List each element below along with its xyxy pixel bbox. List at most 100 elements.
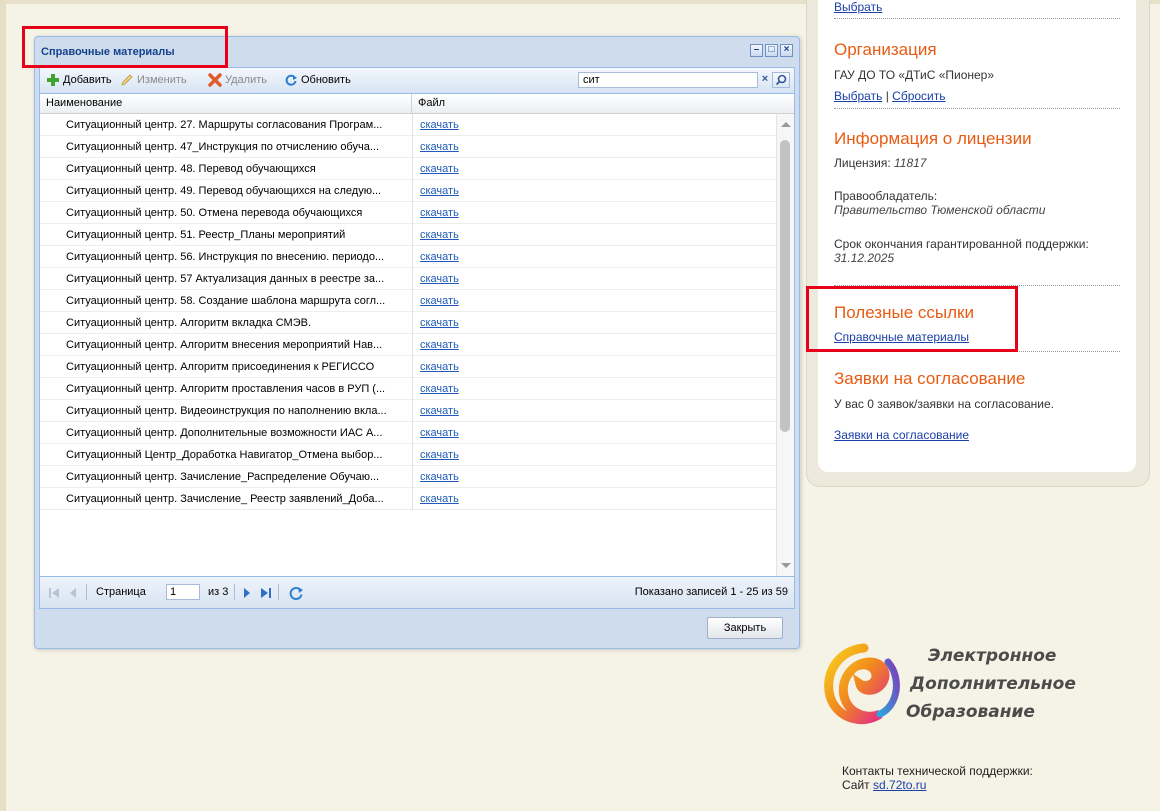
table-row[interactable]: Ситуационный центр. 57 Актуализация данн…	[40, 268, 776, 290]
table-row[interactable]: Ситуационный центр. Зачисление_Распредел…	[40, 466, 776, 488]
scroll-down-icon[interactable]	[781, 563, 791, 568]
divider	[834, 285, 1120, 286]
material-name: Ситуационный центр. 56. Инструкция по вн…	[66, 251, 385, 263]
reference-materials-link[interactable]: Справочные материалы	[834, 330, 1120, 344]
organization-choose-link[interactable]: Выбрать	[834, 89, 882, 103]
license-number-label: Лицензия:	[834, 156, 891, 170]
previous-page-icon[interactable]	[68, 587, 78, 599]
table-row[interactable]: Ситуационный центр. Алгоритм проставлени…	[40, 378, 776, 400]
column-header-file[interactable]: Файл	[412, 94, 772, 113]
pagination-bar: Страница из 3 Показано записей 1 - 25 из…	[40, 576, 794, 608]
add-button[interactable]: Добавить	[46, 73, 112, 87]
maximize-icon[interactable]: □	[765, 44, 778, 57]
download-link[interactable]: скачать	[420, 378, 459, 400]
support-end-label: Срок окончания гарантированной поддержки…	[834, 237, 1089, 251]
table-row[interactable]: Ситуационный центр. 48. Перевод обучающи…	[40, 158, 776, 180]
download-link[interactable]: скачать	[420, 444, 459, 466]
table-row[interactable]: Ситуационный Центр_Доработка Навигатор_О…	[40, 444, 776, 466]
download-link[interactable]: скачать	[420, 312, 459, 334]
license-holder-value: Правительство Тюменской области	[834, 203, 1046, 217]
material-name: Ситуационный центр. Видеоинструкция по н…	[66, 405, 387, 417]
download-link[interactable]: скачать	[420, 180, 459, 202]
table-row[interactable]: Ситуационный центр. 51. Реестр_Планы мер…	[40, 224, 776, 246]
table-row[interactable]: Ситуационный центр. Алгоритм присоединен…	[40, 356, 776, 378]
requests-heading: Заявки на согласование	[834, 369, 1026, 388]
download-link[interactable]: скачать	[420, 224, 459, 246]
pager-separator	[86, 584, 87, 600]
organization-actions: Выбрать | Сбросить	[834, 89, 1120, 103]
cell-divider	[412, 466, 413, 488]
window-body: Добавить Изменить Удалить Обновить × Наи…	[39, 67, 795, 609]
table-row[interactable]: Ситуационный центр. 50. Отмена перевода …	[40, 202, 776, 224]
download-link[interactable]: скачать	[420, 488, 459, 510]
download-link[interactable]: скачать	[420, 246, 459, 268]
download-link[interactable]: скачать	[420, 158, 459, 180]
download-link[interactable]: скачать	[420, 422, 459, 444]
clear-search-icon[interactable]: ×	[758, 72, 772, 88]
download-link[interactable]: скачать	[420, 356, 459, 378]
download-link[interactable]: скачать	[420, 466, 459, 488]
next-page-icon[interactable]	[242, 587, 252, 599]
search-button[interactable]	[772, 72, 790, 88]
column-header-name[interactable]: Наименование	[40, 94, 412, 113]
reference-materials-window: Справочные материалы – □ × Добавить Изме…	[34, 36, 800, 649]
table-row[interactable]: Ситуационный центр. 49. Перевод обучающи…	[40, 180, 776, 202]
edit-button[interactable]: Изменить	[120, 73, 187, 87]
edit-label: Изменить	[137, 74, 187, 86]
download-link[interactable]: скачать	[420, 268, 459, 290]
table-row[interactable]: Ситуационный центр. 58. Создание шаблона…	[40, 290, 776, 312]
material-name: Ситуационный центр. Дополнительные возмо…	[66, 427, 383, 439]
table-row[interactable]: Ситуационный центр. Зачисление_ Реестр з…	[40, 488, 776, 510]
link-divider: |	[885, 89, 889, 103]
cell-divider	[412, 356, 413, 378]
license-number-value: 11817	[894, 156, 927, 170]
minimize-icon[interactable]: –	[750, 44, 763, 57]
table-row[interactable]: Ситуационный центр. Алгоритм внесения ме…	[40, 334, 776, 356]
cell-divider	[412, 378, 413, 400]
toolbar: Добавить Изменить Удалить Обновить ×	[40, 68, 794, 94]
scroll-up-icon[interactable]	[781, 122, 791, 127]
cell-divider	[412, 488, 413, 510]
table-row[interactable]: Ситуационный центр. 56. Инструкция по вн…	[40, 246, 776, 268]
total-pages-label: из 3	[208, 586, 229, 598]
table-row[interactable]: Ситуационный центр. Видеоинструкция по н…	[40, 400, 776, 422]
table-row[interactable]: Ситуационный центр. 47_Инструкция по отч…	[40, 136, 776, 158]
material-name: Ситуационный центр. 57 Актуализация данн…	[66, 273, 385, 285]
support-site-link[interactable]: sd.72to.ru	[873, 778, 926, 792]
select-link-top[interactable]: Выбрать	[834, 0, 1120, 14]
page-number-input[interactable]	[166, 584, 200, 600]
page-left-edge	[0, 0, 6, 811]
refresh-icon[interactable]	[288, 585, 304, 601]
plus-icon	[47, 74, 59, 86]
scroll-thumb[interactable]	[780, 140, 790, 432]
requests-count-text: У вас 0 заявок/заявки на согласование.	[834, 397, 1055, 411]
license-heading: Информация о лицензии	[834, 129, 1032, 148]
refresh-button[interactable]: Обновить	[284, 73, 351, 87]
table-row[interactable]: Ситуационный центр. Алгоритм вкладка СМЭ…	[40, 312, 776, 334]
close-window-icon[interactable]: ×	[780, 44, 793, 57]
material-name: Ситуационный центр. 50. Отмена перевода …	[66, 207, 363, 219]
delete-button[interactable]: Удалить	[208, 73, 267, 87]
organization-reset-link[interactable]: Сбросить	[892, 89, 945, 103]
vertical-scrollbar[interactable]	[776, 114, 794, 576]
cell-divider	[412, 180, 413, 202]
pager-separator	[278, 584, 279, 600]
cell-divider	[412, 334, 413, 356]
download-link[interactable]: скачать	[420, 290, 459, 312]
first-page-icon[interactable]	[48, 587, 60, 599]
table-row[interactable]: Ситуационный центр. 27. Маршруты согласо…	[40, 114, 776, 136]
search-input[interactable]	[578, 72, 758, 88]
download-link[interactable]: скачать	[420, 202, 459, 224]
download-link[interactable]: скачать	[420, 400, 459, 422]
download-link[interactable]: скачать	[420, 136, 459, 158]
requests-link[interactable]: Заявки на согласование	[834, 428, 1120, 442]
close-button[interactable]: Закрыть	[707, 617, 783, 639]
support-site-label: Сайт	[842, 778, 870, 792]
divider	[834, 18, 1120, 19]
window-title-bar[interactable]: Справочные материалы	[39, 41, 795, 63]
records-status: Показано записей 1 - 25 из 59	[634, 586, 788, 598]
download-link[interactable]: скачать	[420, 114, 459, 136]
last-page-icon[interactable]	[260, 587, 272, 599]
download-link[interactable]: скачать	[420, 334, 459, 356]
table-row[interactable]: Ситуационный центр. Дополнительные возмо…	[40, 422, 776, 444]
